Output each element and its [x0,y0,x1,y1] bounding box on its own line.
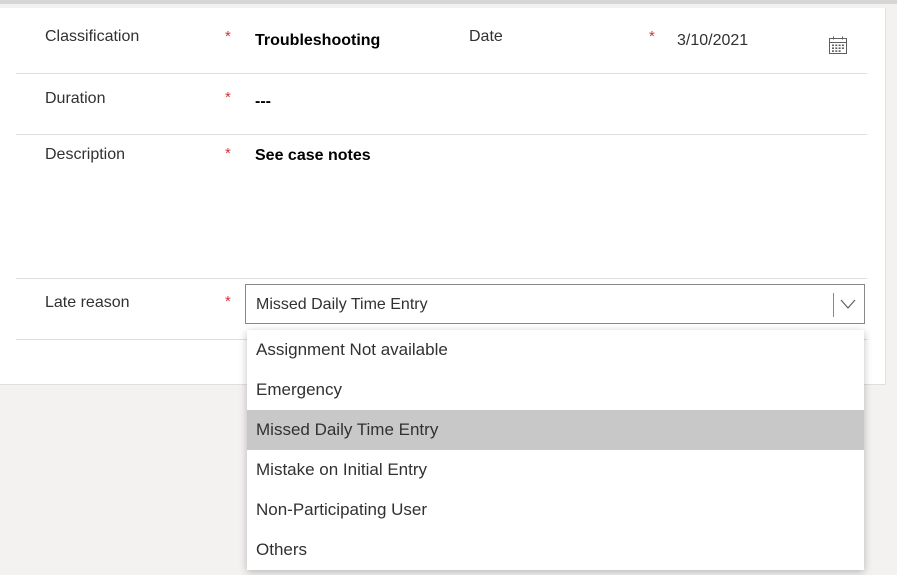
dropdown-option-missed-daily-time-entry[interactable]: Missed Daily Time Entry [247,410,864,450]
select-divider [833,293,834,317]
row-divider [16,73,867,74]
row-divider [16,134,867,135]
classification-required-marker: * [225,28,231,45]
description-required-marker: * [225,145,231,162]
late-reason-select[interactable]: Missed Daily Time Entry [245,284,865,324]
late-reason-dropdown: Assignment Not available Emergency Misse… [247,330,864,570]
late-reason-label: Late reason [45,294,130,311]
date-label: Date [469,28,503,45]
dropdown-option-non-participating-user[interactable]: Non-Participating User [247,490,864,530]
date-field[interactable]: 3/10/2021 [677,32,748,50]
calendar-icon[interactable] [828,35,848,55]
row-divider [16,278,867,279]
classification-label: Classification [45,28,140,45]
date-required-marker: * [649,28,655,45]
classification-field[interactable]: Troubleshooting [255,32,380,50]
dropdown-option-mistake-on-initial-entry[interactable]: Mistake on Initial Entry [247,450,864,490]
chevron-down-icon[interactable] [840,297,856,311]
duration-label: Duration [45,90,106,107]
description-field[interactable]: See case notes [255,147,371,165]
top-border [0,0,897,4]
late-reason-required-marker: * [225,293,231,310]
duration-required-marker: * [225,89,231,106]
duration-field[interactable]: --- [255,93,271,111]
dropdown-option-emergency[interactable]: Emergency [247,370,864,410]
dropdown-option-assignment-not-available[interactable]: Assignment Not available [247,330,864,370]
dropdown-option-others[interactable]: Others [247,530,864,570]
form-panel: Classification * Troubleshooting Date * … [0,8,886,385]
description-label: Description [45,146,126,163]
late-reason-selected-value: Missed Daily Time Entry [256,296,428,313]
